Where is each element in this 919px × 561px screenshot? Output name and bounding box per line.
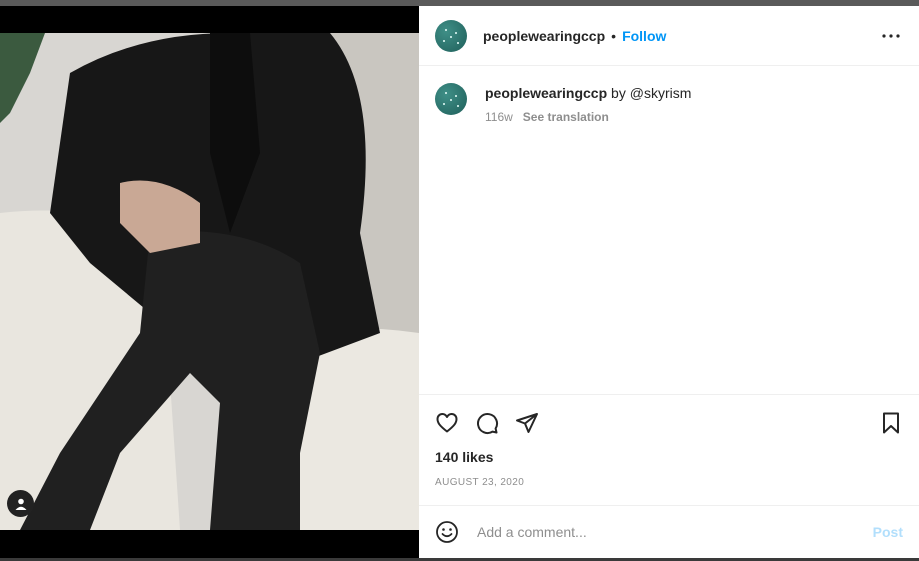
comment-icon[interactable] (475, 411, 499, 435)
action-icons (419, 397, 919, 449)
caption-text: peoplewearingccp by @skyrism 116w See tra… (485, 82, 691, 124)
post-panel: peoplewearingccp • Follow peoplewearingc… (419, 6, 919, 558)
more-options-icon[interactable] (879, 24, 903, 48)
comment-box: Post (419, 505, 919, 558)
post-actions: 140 likes AUGUST 23, 2020 (419, 394, 919, 488)
see-translation-button[interactable]: See translation (523, 110, 609, 124)
avatar[interactable] (435, 19, 467, 52)
follow-button[interactable]: Follow (622, 28, 666, 44)
caption-username[interactable]: peoplewearingccp (485, 85, 607, 101)
post-date[interactable]: AUGUST 23, 2020 (419, 477, 919, 488)
caption-line: peoplewearingccp by @skyrism (485, 85, 691, 101)
caption-by: by (611, 85, 626, 101)
post-media[interactable] (0, 6, 419, 558)
like-count[interactable]: 140 likes (419, 449, 919, 465)
post-age[interactable]: 116w (485, 110, 513, 124)
caption-meta: 116w See translation (485, 110, 691, 124)
caption-mention[interactable]: @skyrism (630, 85, 692, 101)
caption-avatar[interactable] (435, 83, 467, 115)
post-header: peoplewearingccp • Follow (419, 6, 919, 66)
separator-dot: • (611, 27, 617, 44)
comment-input[interactable] (475, 523, 873, 541)
share-icon[interactable] (515, 411, 539, 435)
user-tag-icon[interactable] (7, 490, 34, 517)
post-comment-button[interactable]: Post (873, 524, 903, 540)
post-photo (0, 33, 419, 530)
emoji-icon[interactable] (435, 520, 459, 544)
post-caption: peoplewearingccp by @skyrism 116w See tra… (419, 66, 919, 124)
heart-icon[interactable] (435, 411, 459, 435)
user-tag-glyph (15, 498, 26, 510)
post-modal: peoplewearingccp • Follow peoplewearingc… (0, 6, 919, 558)
header-username[interactable]: peoplewearingccp (483, 28, 605, 44)
bookmark-icon[interactable] (879, 411, 903, 435)
